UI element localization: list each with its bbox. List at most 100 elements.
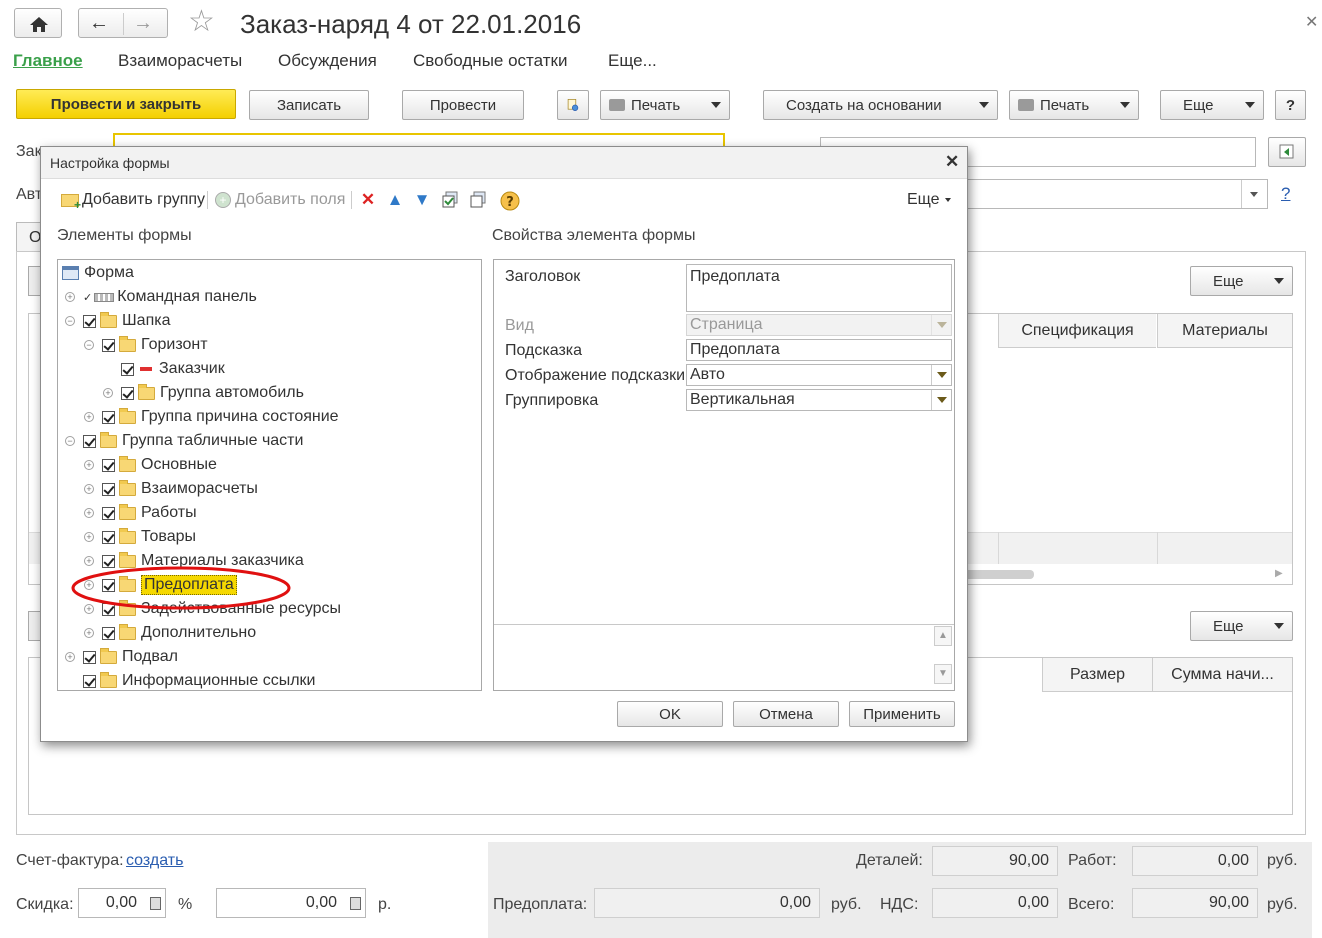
- collapse-icon[interactable]: −: [65, 316, 75, 326]
- home-button[interactable]: [14, 8, 62, 38]
- tree-node-tables-group[interactable]: − Группа табличные части: [65, 430, 303, 452]
- checkbox[interactable]: [102, 410, 115, 424]
- post-and-close-button[interactable]: Провести и закрыть: [16, 89, 236, 119]
- save-button[interactable]: Записать: [249, 90, 369, 120]
- checkbox[interactable]: [83, 650, 96, 664]
- checkbox[interactable]: [102, 626, 115, 640]
- chevron-down-icon[interactable]: [931, 365, 951, 385]
- more-dropdown[interactable]: Еще: [1160, 90, 1264, 120]
- discount-sum-field[interactable]: 0,00: [216, 888, 366, 918]
- forward-arrow-icon[interactable]: →: [133, 12, 153, 35]
- back-arrow-icon[interactable]: ←: [89, 12, 109, 35]
- checkbox[interactable]: [121, 362, 134, 376]
- expand-icon[interactable]: +: [84, 460, 94, 470]
- expand-icon[interactable]: +: [65, 292, 75, 302]
- calculator-icon[interactable]: [150, 897, 161, 910]
- tree-node-command-panel[interactable]: + ✓ Командная панель: [65, 286, 257, 308]
- checkbox[interactable]: [83, 314, 96, 328]
- scroll-up-button[interactable]: ▲: [934, 626, 952, 646]
- print-dropdown[interactable]: Печать: [600, 90, 730, 120]
- tree-node-goods[interactable]: + Товары: [84, 526, 196, 548]
- grid-more-dropdown[interactable]: Еще: [1190, 266, 1293, 296]
- folder-icon: [119, 455, 136, 472]
- check-all-icon[interactable]: [441, 191, 459, 209]
- scroll-right-icon[interactable]: ▶: [1275, 568, 1283, 579]
- expand-icon[interactable]: +: [84, 532, 94, 542]
- folder-icon: [138, 383, 155, 400]
- grid-column-header[interactable]: Сумма начи...: [1152, 658, 1292, 692]
- favorite-star-icon[interactable]: ☆: [188, 4, 215, 39]
- auto-help-link[interactable]: ?: [1281, 184, 1290, 204]
- chevron-down-icon[interactable]: [931, 390, 951, 410]
- tab-free-stock[interactable]: Свободные остатки: [413, 51, 567, 71]
- move-up-icon[interactable]: ▲: [386, 191, 404, 209]
- ok-button[interactable]: OK: [617, 701, 723, 727]
- grid-column-header[interactable]: Спецификация: [998, 314, 1156, 348]
- grid-column-header[interactable]: Размер: [1042, 658, 1152, 692]
- apply-button[interactable]: Применить: [849, 701, 955, 727]
- checkbox[interactable]: [83, 674, 96, 688]
- discount-percent-field[interactable]: 0,00: [78, 888, 166, 918]
- tree-node-main[interactable]: + Основные: [84, 454, 217, 476]
- calculator-icon[interactable]: [350, 897, 361, 910]
- checkbox[interactable]: [121, 386, 134, 400]
- tab-settlements[interactable]: Взаиморасчеты: [118, 51, 242, 71]
- prop-grouping-field[interactable]: Вертикальная: [686, 389, 952, 411]
- tree-node-additional[interactable]: + Дополнительно: [84, 622, 256, 644]
- prop-hint-field[interactable]: Предоплата: [686, 339, 952, 361]
- tree-node-header[interactable]: − Шапка: [65, 310, 170, 332]
- expand-icon[interactable]: +: [84, 412, 94, 422]
- expand-icon[interactable]: +: [103, 388, 113, 398]
- home-icon: [30, 17, 48, 32]
- select-button[interactable]: [1268, 137, 1306, 167]
- scroll-down-button[interactable]: ▼: [934, 664, 952, 684]
- tree-node-settlements[interactable]: + Взаиморасчеты: [84, 478, 258, 500]
- collapse-icon[interactable]: −: [84, 340, 94, 350]
- dialog-close-icon[interactable]: ✕: [945, 152, 959, 172]
- tree-node-reason-group[interactable]: + Группа причина состояние: [84, 406, 339, 428]
- tree-node-info-links[interactable]: Информационные ссылки: [83, 670, 315, 692]
- tree-node-works[interactable]: + Работы: [84, 502, 197, 524]
- grid-column-header[interactable]: Материалы: [1157, 314, 1292, 348]
- checkbox[interactable]: [83, 434, 96, 448]
- tree-node-footer[interactable]: + Подвал: [65, 646, 178, 668]
- tree-node-customer[interactable]: Заказчик: [121, 358, 225, 380]
- print2-dropdown[interactable]: Печать: [1009, 90, 1139, 120]
- structure-button[interactable]: [557, 90, 589, 120]
- invoice-create-link[interactable]: создать: [126, 852, 183, 870]
- checkbox[interactable]: [102, 530, 115, 544]
- checkbox[interactable]: [102, 458, 115, 472]
- expand-icon[interactable]: +: [84, 508, 94, 518]
- dialog-more-dropdown[interactable]: Еще: [907, 189, 951, 211]
- close-window-icon[interactable]: ✕: [1305, 12, 1318, 32]
- expand-icon[interactable]: +: [84, 484, 94, 494]
- cancel-button[interactable]: Отмена: [733, 701, 839, 727]
- help-button[interactable]: ?: [1275, 90, 1306, 120]
- add-group-button[interactable]: + Добавить группу: [61, 189, 205, 211]
- expand-icon[interactable]: +: [84, 628, 94, 638]
- help-icon[interactable]: ?: [500, 191, 520, 211]
- collapse-icon[interactable]: −: [65, 436, 75, 446]
- auto-field[interactable]: [960, 179, 1268, 209]
- chevron-down-icon[interactable]: [1250, 192, 1258, 197]
- checkbox[interactable]: [102, 338, 115, 352]
- tab-more[interactable]: Еще...: [608, 51, 657, 71]
- checkbox[interactable]: [102, 482, 115, 496]
- tree-node-car-group[interactable]: + Группа автомобиль: [103, 382, 304, 404]
- grid2-more-dropdown[interactable]: Еще: [1190, 611, 1293, 641]
- uncheck-all-icon[interactable]: [469, 191, 487, 209]
- prop-title-field[interactable]: Предоплата: [686, 264, 952, 312]
- move-down-icon[interactable]: ▼: [413, 191, 431, 209]
- prop-hint-display-field[interactable]: Авто: [686, 364, 952, 386]
- expand-icon[interactable]: +: [65, 652, 75, 662]
- form-elements-tree[interactable]: Форма + ✓ Командная панель − Шапка − Гор…: [57, 259, 482, 691]
- tree-node-horizont[interactable]: − Горизонт: [84, 334, 208, 356]
- tree-node-form[interactable]: Форма: [62, 262, 134, 284]
- tab-discussions[interactable]: Обсуждения: [278, 51, 377, 71]
- delete-icon[interactable]: ✕: [359, 191, 377, 209]
- post-button[interactable]: Провести: [402, 90, 524, 120]
- tab-main[interactable]: Главное: [13, 51, 83, 71]
- checkbox[interactable]: [102, 506, 115, 520]
- add-fields-button[interactable]: + Добавить поля: [215, 189, 345, 211]
- create-based-on-dropdown[interactable]: Создать на основании: [763, 90, 998, 120]
